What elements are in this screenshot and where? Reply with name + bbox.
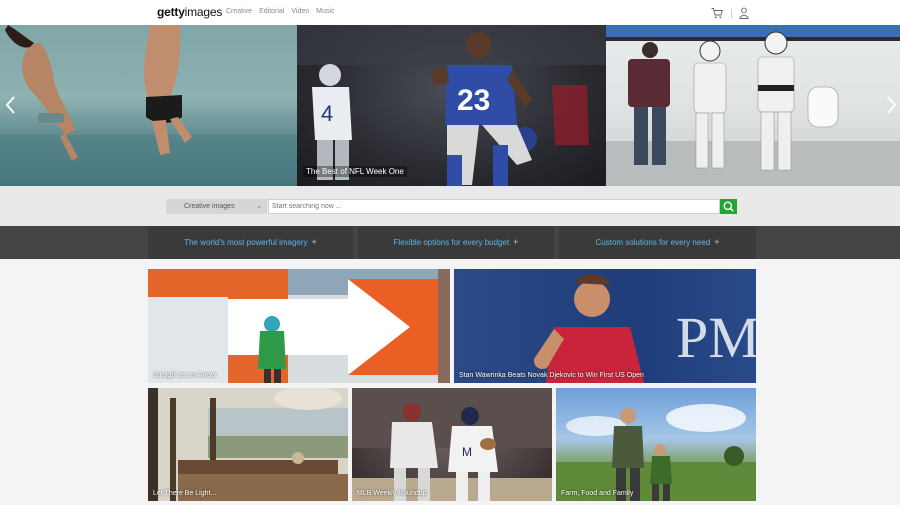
value-prop-label: Flexible options for every budget xyxy=(393,238,510,247)
search-button[interactable] xyxy=(720,199,737,214)
plus-icon: + xyxy=(311,237,317,247)
nav-music[interactable]: Music xyxy=(316,8,334,15)
hero-image-stormtroopers[interactable] xyxy=(606,25,900,186)
top-header: gettyimages Creative Editorial Video Mus… xyxy=(0,0,900,25)
baseball-illustration: M xyxy=(352,388,552,501)
nfl-illustration: 4 23 xyxy=(297,25,606,186)
tile-caption: Stan Wawrinka Beats Novak Djekovic to Wi… xyxy=(459,372,644,379)
chevron-down-icon: ⌄ xyxy=(256,203,262,210)
tile-wawrinka[interactable]: PM Stan Wawrinka Beats Novak Djekovic to… xyxy=(454,269,756,383)
plus-icon: + xyxy=(714,237,720,247)
value-prop-label: Custom solutions for every need xyxy=(595,238,711,247)
tile-caption: Let There Be Light... xyxy=(153,490,217,497)
stormtroopers-illustration xyxy=(606,25,900,186)
getty-images-logo[interactable]: gettyimages xyxy=(157,5,222,19)
svg-text:M: M xyxy=(462,445,472,459)
farm-illustration xyxy=(556,404,756,501)
svg-text:PM: PM xyxy=(676,305,756,370)
nav-video[interactable]: Video xyxy=(291,8,309,15)
svg-text:23: 23 xyxy=(457,84,490,117)
user-icon[interactable] xyxy=(739,7,749,19)
divers-illustration xyxy=(0,25,297,186)
tile-straight-as-an-arrow[interactable]: Straight as an Arrow xyxy=(148,269,450,383)
main-nav: Creative Editorial Video Music xyxy=(226,8,334,15)
chevron-left-icon[interactable] xyxy=(4,95,18,115)
tile-caption: Straight as an Arrow xyxy=(153,372,217,379)
chevron-right-icon[interactable] xyxy=(884,95,898,115)
hero-image-nfl[interactable]: 4 23 The Best of NFL Week One xyxy=(297,25,606,186)
value-prop-label: The world's most powerful imagery xyxy=(184,238,308,247)
search-scope-select[interactable]: Creative images ⌄ xyxy=(166,199,267,214)
dining-room-illustration xyxy=(148,388,348,501)
nav-editorial[interactable]: Editorial xyxy=(259,8,284,15)
tile-caption: MLB Weekly Roundup xyxy=(357,490,427,497)
plus-icon: + xyxy=(513,237,519,247)
value-prop-imagery[interactable]: The world's most powerful imagery + xyxy=(148,226,353,259)
tile-mlb-weekly-roundup[interactable]: M MLB Weekly Roundup xyxy=(352,388,552,501)
header-divider xyxy=(731,9,732,18)
search-scope-label: Creative images xyxy=(184,203,235,210)
search-icon xyxy=(723,201,734,212)
tennis-illustration: PM xyxy=(534,274,756,383)
value-prop-custom[interactable]: Custom solutions for every need + xyxy=(559,226,756,259)
tile-caption: Farm, Food and Family xyxy=(561,490,634,497)
value-props-band: The world's most powerful imagery + Flexi… xyxy=(0,226,900,259)
hero-carousel: 4 23 The Best of NFL Week One xyxy=(0,25,900,186)
search-input[interactable] xyxy=(268,199,720,214)
tile-let-there-be-light[interactable]: Let There Be Light... xyxy=(148,388,348,501)
nav-creative[interactable]: Creative xyxy=(226,8,252,15)
arrow-mural-illustration xyxy=(148,269,450,383)
cart-icon[interactable] xyxy=(711,7,723,19)
svg-text:4: 4 xyxy=(321,101,333,126)
hero-image-divers[interactable] xyxy=(0,25,297,186)
value-prop-budget[interactable]: Flexible options for every budget + xyxy=(358,226,554,259)
tile-farm-food-family[interactable]: Farm, Food and Family xyxy=(556,388,756,501)
hero-caption[interactable]: The Best of NFL Week One xyxy=(303,166,407,177)
